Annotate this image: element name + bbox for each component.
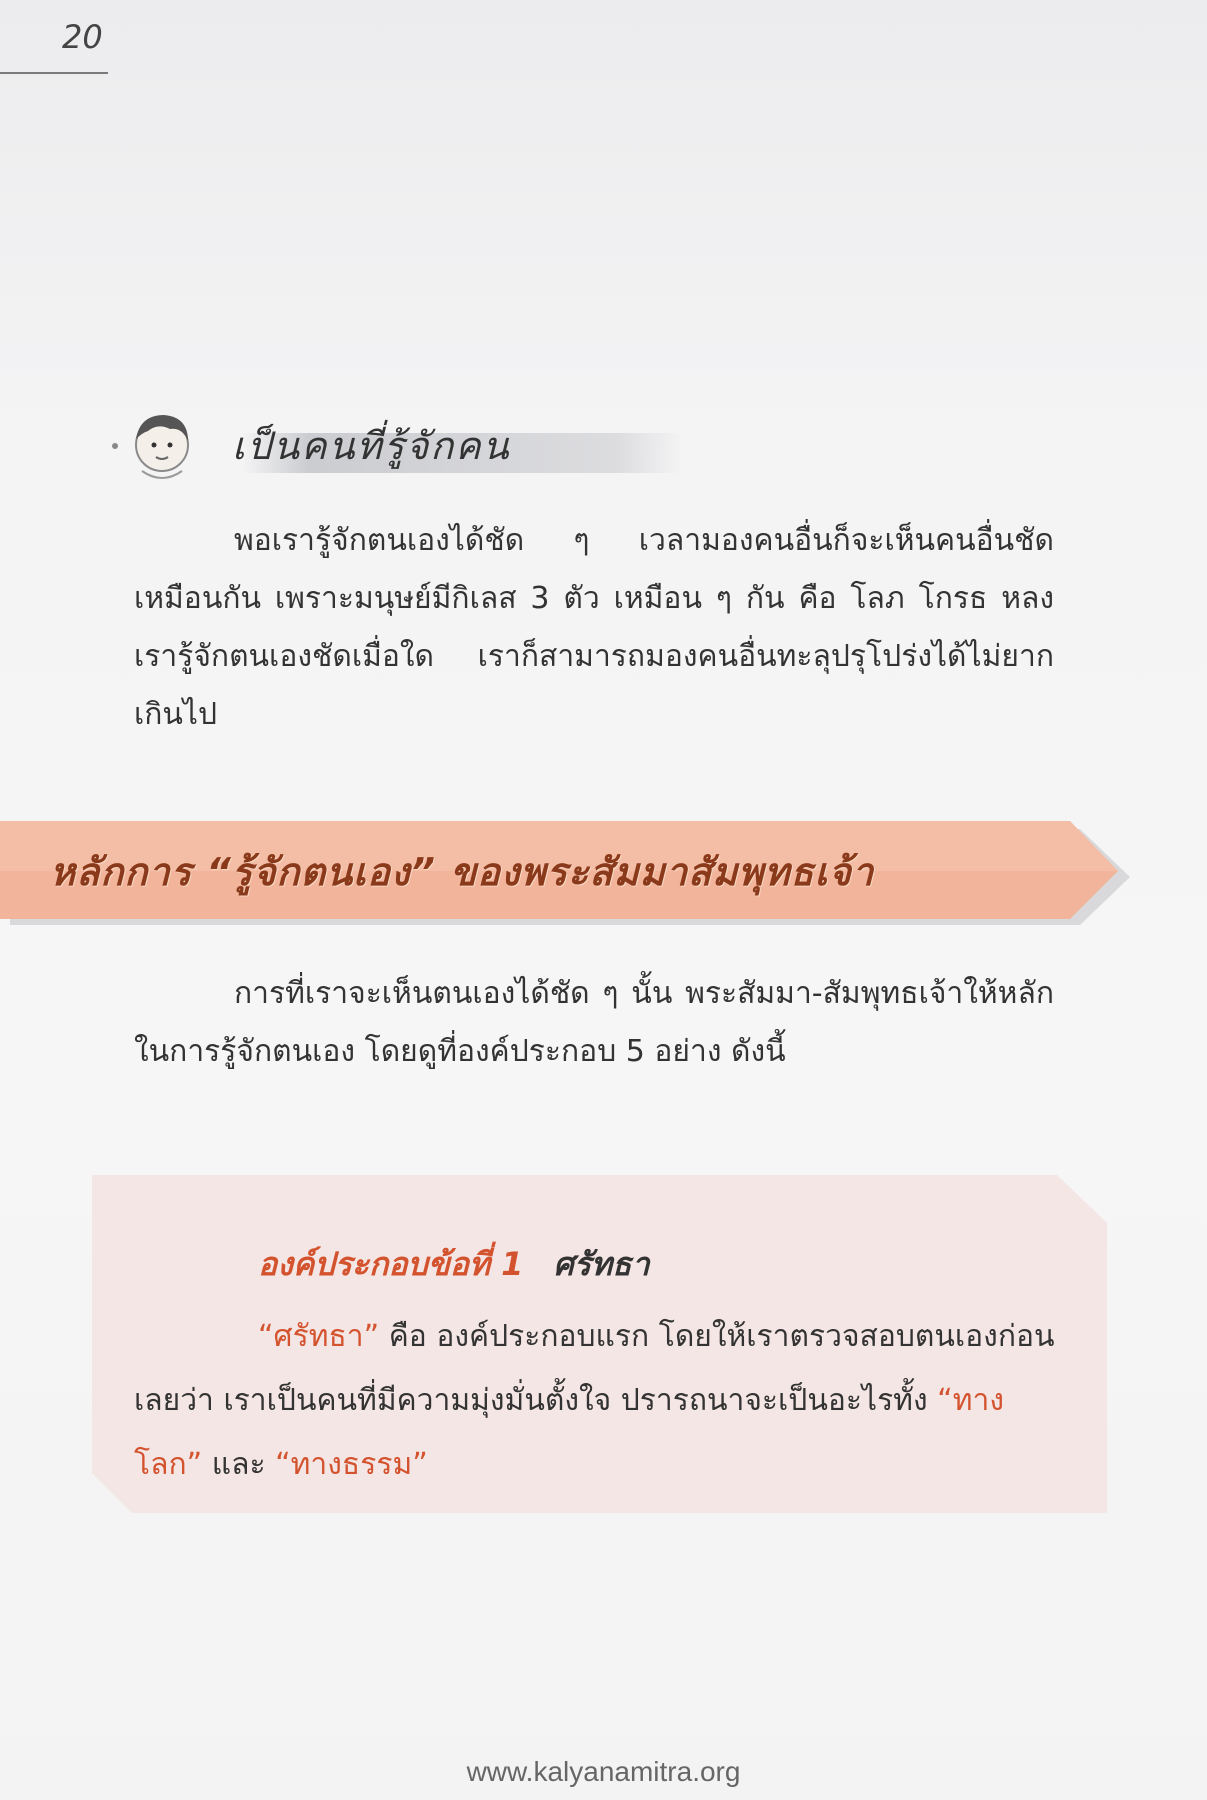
paragraph-1-text: พอเรารู้จักตนเองได้ชัด ๆ เวลามองคนอื่นก็… bbox=[134, 523, 1054, 732]
paragraph-2: การที่เราจะเห็นตนเองได้ชัด ๆ นั้น พระสัม… bbox=[134, 965, 1054, 1081]
callout-title: ศรัทธา bbox=[553, 1245, 650, 1283]
callout-body: “ศรัทธา” คือ องค์ประกอบแรก โดยให้เราตรวจ… bbox=[134, 1305, 1064, 1497]
banner-title: หลักการ “รู้จักตนเอง” ของพระสัมมาสัมพุทธ… bbox=[50, 850, 875, 894]
callout-label: องค์ประกอบข้อที่ 1 bbox=[258, 1245, 524, 1283]
paragraph-2-text: การที่เราจะเห็นตนเองได้ชัด ๆ นั้น พระสัม… bbox=[134, 976, 1054, 1069]
element-callout-box: องค์ประกอบข้อที่ 1 ศรัทธา “ศรัทธา” คือ อง… bbox=[92, 1175, 1107, 1513]
term-dhamma: “ทางธรรม” bbox=[275, 1447, 428, 1482]
callout-heading: องค์ประกอบข้อที่ 1 ศรัทธา bbox=[258, 1239, 650, 1290]
page-number-rule bbox=[0, 72, 108, 74]
term-saddha: “ศรัทธา” bbox=[258, 1319, 380, 1354]
cartoon-boy-icon bbox=[112, 405, 196, 485]
book-page: 20 เป็นคนที่รู้จักคน พอเรารู้จักตนเองได้… bbox=[0, 0, 1207, 1800]
callout-text-b: และ bbox=[202, 1447, 276, 1482]
principle-banner: หลักการ “รู้จักตนเอง” ของพระสัมมาสัมพุทธ… bbox=[0, 815, 1145, 927]
footer-url: www.kalyanamitra.org bbox=[466, 1756, 741, 1787]
paragraph-1: พอเรารู้จักตนเองได้ชัด ๆ เวลามองคนอื่นก็… bbox=[134, 512, 1054, 744]
page-number: 20 bbox=[62, 18, 103, 56]
section-heading-title: เป็นคนที่รู้จักคน bbox=[232, 423, 511, 468]
section-heading: เป็นคนที่รู้จักคน bbox=[112, 405, 682, 485]
